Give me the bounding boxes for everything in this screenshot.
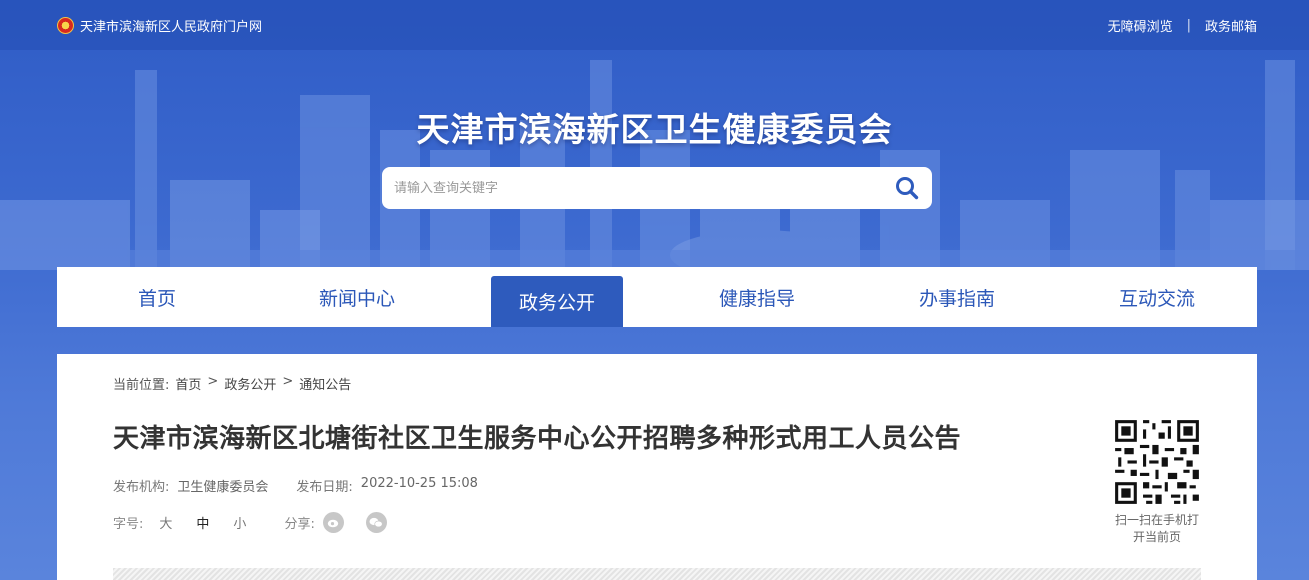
share-label: 分享:	[284, 517, 315, 532]
qr-code	[1112, 417, 1202, 507]
nav-item-home[interactable]: 首页	[57, 267, 257, 327]
font-size-large[interactable]: 大	[159, 513, 172, 532]
weibo-share-icon[interactable]	[322, 512, 344, 533]
article-meta: 发布机构: 卫生健康委员会 发布日期: 2022-10-25 15:08	[113, 476, 478, 495]
nav-item-service-guide[interactable]: 办事指南	[857, 267, 1057, 327]
publisher-value: 卫生健康委员会	[177, 480, 269, 495]
divider	[113, 568, 1201, 580]
nav-item-interaction[interactable]: 互动交流	[1057, 267, 1257, 327]
site-title: 天津市滨海新区卫生健康委员会	[416, 110, 893, 149]
breadcrumb-separator: >	[282, 374, 294, 389]
breadcrumb-home[interactable]: 首页	[175, 374, 201, 393]
date-label: 发布日期:	[296, 480, 353, 495]
font-size-medium[interactable]: 中	[196, 513, 209, 532]
gov-mail-link[interactable]: 政务邮箱	[1205, 16, 1257, 35]
breadcrumb-separator: >	[207, 374, 219, 389]
breadcrumb: 当前位置: 首页 > 政务公开 > 通知公告	[113, 374, 351, 393]
article-tools: 字号: 大 中 小 分享:	[113, 512, 387, 533]
article-title: 天津市滨海新区北塘街社区卫生服务中心公开招聘多种形式用工人员公告	[113, 424, 962, 454]
search-box	[382, 167, 932, 209]
article-panel: 当前位置: 首页 > 政务公开 > 通知公告 天津市滨海新区北塘街社区卫生服务中…	[57, 354, 1257, 580]
breadcrumb-gov-affairs[interactable]: 政务公开	[224, 374, 276, 393]
topbar-separator: |	[1186, 17, 1191, 33]
main-nav: 首页 新闻中心 政务公开 健康指导 办事指南 互动交流	[57, 267, 1257, 327]
breadcrumb-prefix: 当前位置:	[113, 378, 170, 393]
nav-item-news[interactable]: 新闻中心	[257, 267, 457, 327]
search-input[interactable]	[394, 180, 894, 196]
top-bar: 天津市滨海新区人民政府门户网 无障碍浏览 | 政务邮箱	[0, 0, 1309, 50]
wechat-share-icon[interactable]	[365, 512, 387, 533]
national-emblem-icon	[57, 16, 74, 34]
font-size-small[interactable]: 小	[233, 513, 246, 532]
nav-item-gov-affairs[interactable]: 政务公开	[491, 276, 623, 327]
accessibility-link[interactable]: 无障碍浏览	[1108, 16, 1173, 35]
breadcrumb-notices[interactable]: 通知公告	[299, 374, 351, 393]
date-value: 2022-10-25 15:08	[360, 476, 478, 491]
font-size-label: 字号:	[113, 517, 144, 532]
search-icon[interactable]	[894, 175, 920, 201]
portal-link[interactable]: 天津市滨海新区人民政府门户网	[57, 16, 262, 35]
publisher-label: 发布机构:	[113, 480, 170, 495]
portal-name[interactable]: 天津市滨海新区人民政府门户网	[80, 16, 262, 35]
nav-item-health-guide[interactable]: 健康指导	[657, 267, 857, 327]
qr-caption: 扫一扫在手机打开当前页	[1114, 513, 1199, 544]
